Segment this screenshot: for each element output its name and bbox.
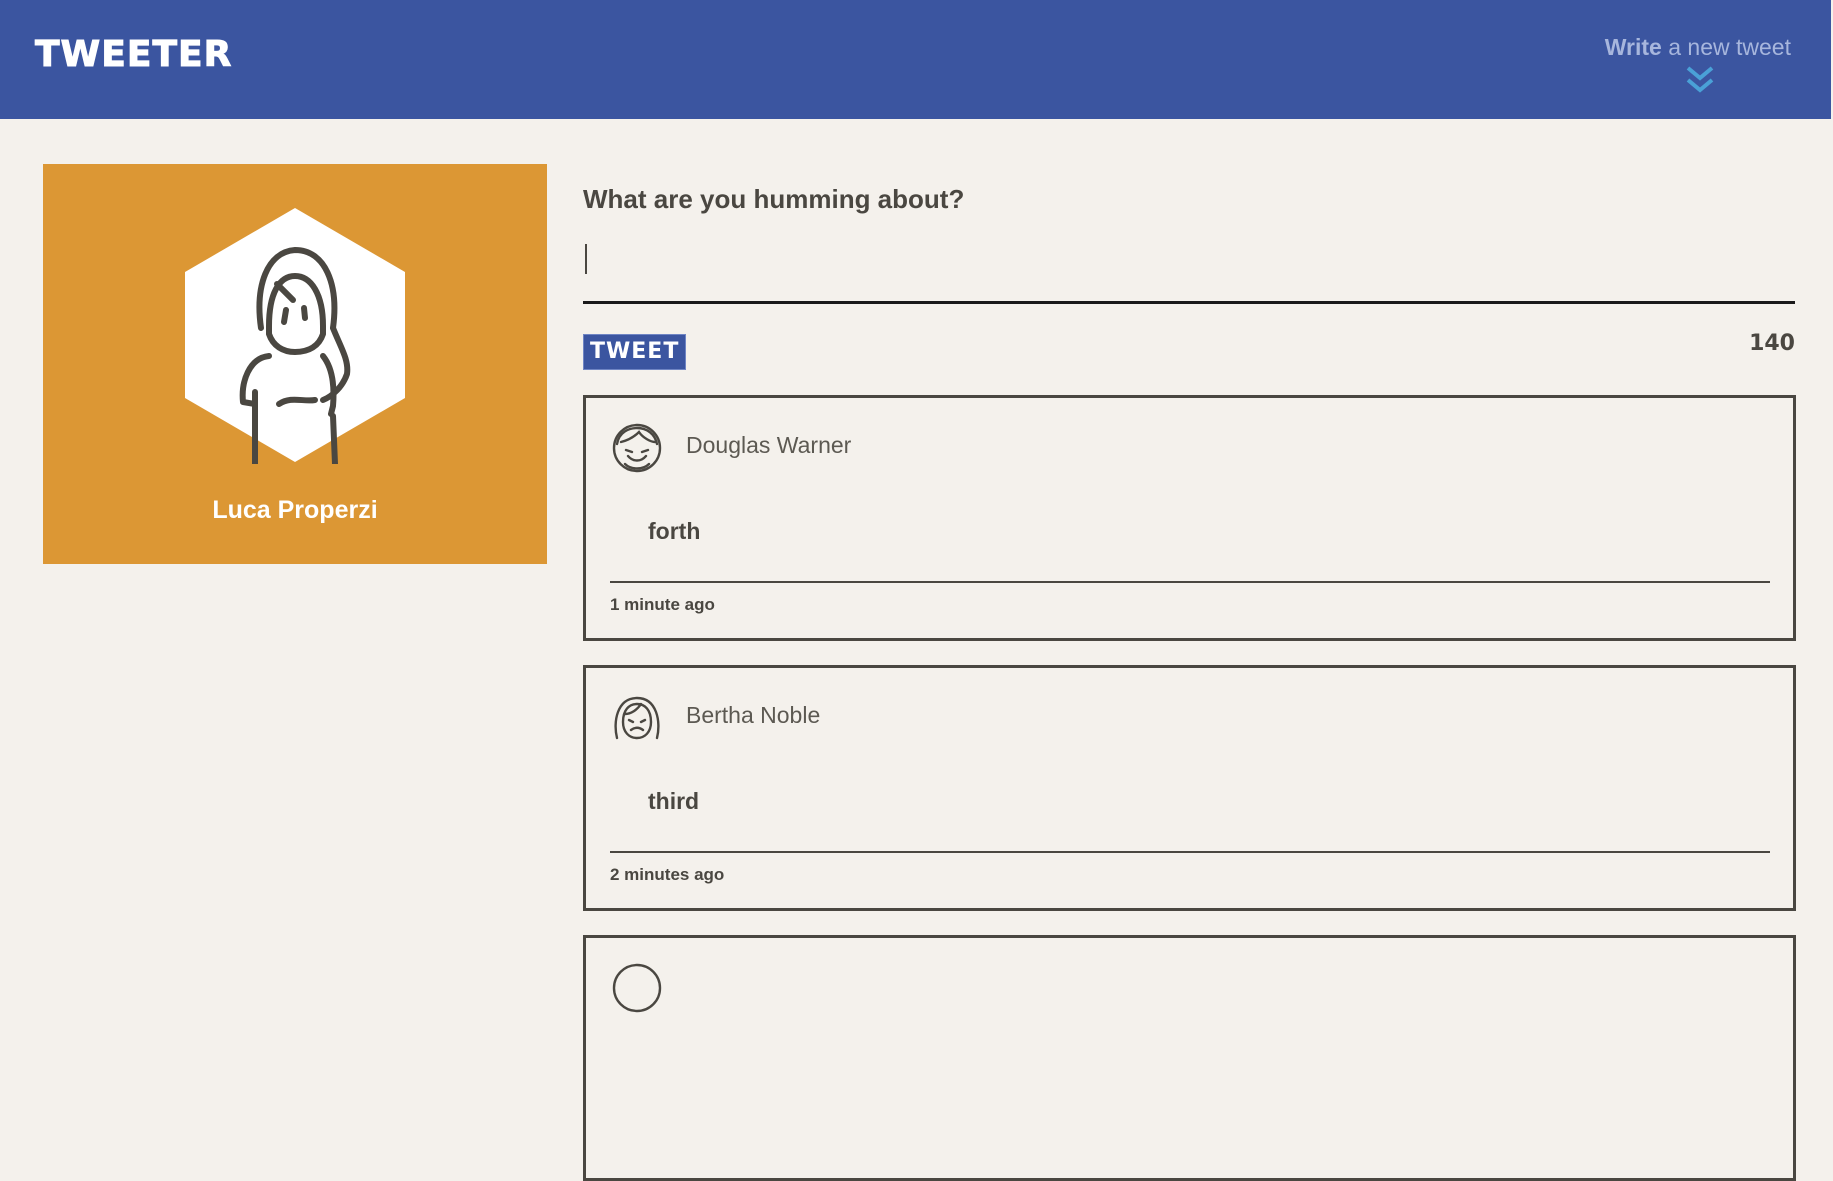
write-new-tweet-toggle[interactable]: Write a new tweet [1561,34,1791,98]
tweet-author: Bertha Noble [686,702,821,728]
tweet-author: Douglas Warner [686,432,852,458]
brand-logo[interactable]: Tweeter [34,34,232,76]
profile-name: Luca Properzi [212,496,378,524]
write-new-tweet-label-strong: Write [1604,34,1662,60]
tweet-divider [610,851,1770,853]
tweet-card: Douglas Warner forth 1 minute ago [583,395,1796,641]
tweet-divider [610,581,1770,583]
double-chevron-down-icon[interactable] [1684,64,1716,96]
sad-woman-avatar-icon [614,696,660,740]
tweet-card: Bertha Noble third 2 minutes ago [583,665,1796,911]
woman-avatar-icon [185,208,405,464]
write-new-tweet-label-rest: a new tweet [1661,34,1791,60]
top-nav-bar: Tweeter Write a new tweet [0,0,1831,119]
tweet-text: third [648,788,700,814]
character-counter: 140 [1749,331,1795,356]
tweet-timestamp: 1 minute ago [610,595,715,614]
tweet-timestamp: 2 minutes ago [610,865,725,884]
write-new-tweet-label: Write a new tweet [1605,34,1791,60]
smiling-man-avatar-icon [612,423,662,473]
tweet-card [583,935,1796,1181]
profile-card: Luca Properzi [43,164,547,564]
tweet-button[interactable]: Tweet [583,334,687,370]
text-cursor [585,244,587,274]
composer-prompt: What are you humming about? [583,184,965,214]
tweet-text-input[interactable] [583,238,1795,304]
avatar-icon [612,963,662,1013]
tweet-text: forth [648,518,701,544]
